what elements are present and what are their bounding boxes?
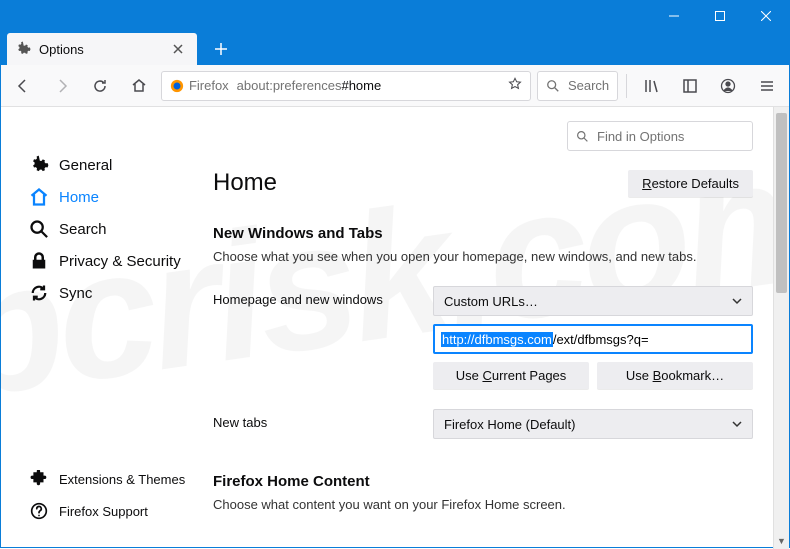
chevron-down-icon [732, 296, 742, 306]
sidebar-toggle-button[interactable] [674, 69, 706, 103]
back-button[interactable] [7, 69, 39, 103]
gear-icon [15, 41, 31, 57]
question-icon [29, 501, 49, 521]
search-icon [29, 219, 49, 239]
preferences-sidebar: General Home Search Privacy & Security S… [1, 107, 201, 549]
homepage-select[interactable]: Custom URLs… [433, 286, 753, 316]
newtabs-label: New tabs [213, 409, 413, 430]
window-titlebar [1, 1, 789, 31]
sidebar-item-label: Extensions & Themes [59, 472, 185, 487]
identity-label: Firefox [189, 78, 229, 93]
sidebar-item-privacy[interactable]: Privacy & Security [29, 245, 201, 277]
gear-icon [29, 155, 49, 175]
sidebar-item-label: Firefox Support [59, 504, 148, 519]
sidebar-item-search[interactable]: Search [29, 213, 201, 245]
url-text: about:preferences#home [237, 78, 382, 93]
account-button[interactable] [712, 69, 744, 103]
url-selected-text: http://dfbmsgs.com [441, 332, 553, 347]
restore-defaults-button[interactable]: Restore Defaults [628, 170, 753, 197]
tab-options[interactable]: Options [7, 33, 197, 65]
sidebar-item-support[interactable]: Firefox Support [29, 495, 201, 527]
window-close-button[interactable] [743, 1, 789, 31]
section-firefox-home-content: Firefox Home Content [213, 473, 753, 490]
identity-box[interactable]: Firefox [170, 78, 229, 93]
content-area: pcrisk.com General Home Search Privacy &… [1, 107, 789, 549]
sidebar-item-sync[interactable]: Sync [29, 277, 201, 309]
sidebar-item-home[interactable]: Home [29, 181, 201, 213]
puzzle-icon [29, 469, 49, 489]
window-maximize-button[interactable] [697, 1, 743, 31]
new-tab-button[interactable] [205, 33, 237, 65]
search-icon [546, 79, 560, 93]
use-bookmark-button[interactable]: Use Bookmark… [597, 362, 753, 389]
tab-bar: Options [1, 31, 789, 65]
select-value: Firefox Home (Default) [444, 417, 575, 432]
lock-icon [29, 251, 49, 271]
section-subtitle-2: Choose what content you want on your Fir… [213, 496, 703, 514]
search-icon [576, 130, 589, 143]
tab-close-button[interactable] [169, 40, 187, 58]
chevron-down-icon [732, 419, 742, 429]
nav-toolbar: Firefox about:preferences#home Search [1, 65, 789, 107]
window-minimize-button[interactable] [651, 1, 697, 31]
sidebar-item-label: Privacy & Security [59, 253, 181, 270]
separator [626, 74, 627, 98]
forward-button[interactable] [45, 69, 77, 103]
homepage-url-input[interactable]: http://dfbmsgs.com/ext/dfbmsgs?q= [433, 324, 753, 354]
url-bar[interactable]: Firefox about:preferences#home [161, 71, 531, 101]
find-placeholder: Find in Options [597, 129, 684, 144]
sidebar-item-general[interactable]: General [29, 149, 201, 181]
section-subtitle: Choose what you see when you open your h… [213, 248, 703, 266]
search-bar[interactable]: Search [537, 71, 618, 101]
sidebar-item-label: General [59, 157, 112, 174]
preferences-main: Find in Options Home Restore Defaults Ne… [201, 107, 789, 549]
tab-title: Options [39, 42, 84, 57]
home-icon [29, 187, 49, 207]
menu-button[interactable] [751, 69, 783, 103]
sidebar-item-label: Sync [59, 285, 92, 302]
newtabs-row: New tabs Firefox Home (Default) [213, 409, 753, 439]
vertical-scrollbar[interactable]: ▲ ▼ [773, 107, 789, 549]
bookmark-star-icon[interactable] [508, 77, 522, 94]
library-button[interactable] [635, 69, 667, 103]
find-in-options-field[interactable]: Find in Options [567, 121, 753, 151]
sidebar-item-label: Home [59, 189, 99, 206]
url-rest-text: /ext/dfbmsgs?q= [553, 332, 649, 347]
newtabs-select[interactable]: Firefox Home (Default) [433, 409, 753, 439]
select-value: Custom URLs… [444, 294, 538, 309]
firefox-icon [170, 79, 184, 93]
sync-icon [29, 283, 49, 303]
reload-button[interactable] [84, 69, 116, 103]
homepage-row: Homepage and new windows Custom URLs… ht… [213, 286, 753, 389]
sidebar-item-label: Search [59, 221, 107, 238]
search-placeholder: Search [568, 78, 609, 93]
homepage-label: Homepage and new windows [213, 286, 413, 307]
sidebar-item-extensions[interactable]: Extensions & Themes [29, 463, 201, 495]
scroll-down-arrow[interactable]: ▼ [774, 533, 789, 549]
scroll-thumb[interactable] [776, 113, 787, 293]
section-new-windows-tabs: New Windows and Tabs [213, 225, 753, 242]
use-current-pages-button[interactable]: Use Current Pages [433, 362, 589, 389]
home-button[interactable] [122, 69, 154, 103]
page-title: Home [213, 169, 277, 197]
